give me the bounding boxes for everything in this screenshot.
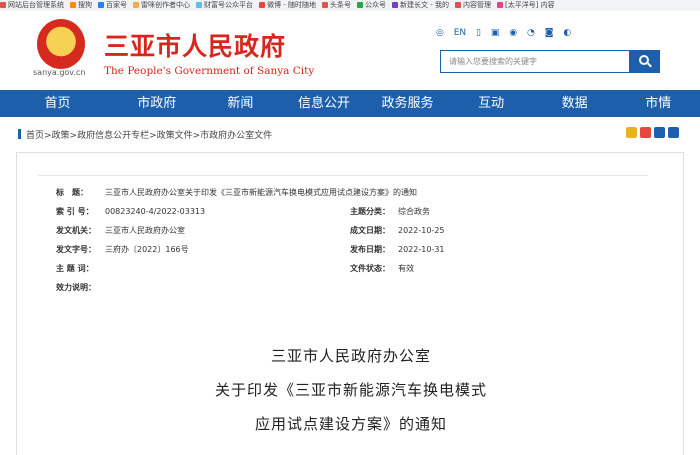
meta-published-label: 发布日期： xyxy=(350,245,390,254)
bookmark-item[interactable]: 百家号 xyxy=(98,0,127,11)
nav-home[interactable]: 首页 xyxy=(0,90,115,117)
app-icon[interactable]: ▣ xyxy=(491,28,500,38)
meta-docno-value: 三府办〔2022〕166号 xyxy=(105,245,189,254)
nav-data[interactable]: 数据 xyxy=(533,90,617,117)
accessibility-icon[interactable]: ◎ xyxy=(436,28,444,38)
nav-city-info[interactable]: 市情 xyxy=(616,90,700,117)
meta-subject-label: 主 题 词： xyxy=(56,264,94,273)
meta-status-value: 有效 xyxy=(398,264,414,273)
site-header: ★ sanya.gov.cn 三亚市人民政府 The People's Gove… xyxy=(0,11,700,90)
meta-published-value: 2022-10-31 xyxy=(398,245,445,254)
breadcrumb-text[interactable]: 首页>政策>政府信息公开专栏>政策文件>市政府办公室文件 xyxy=(26,131,272,141)
english-link[interactable]: EN xyxy=(454,28,466,38)
site-title-en: The People's Government of Sanya City xyxy=(104,65,315,77)
meta-created-value: 2022-10-25 xyxy=(398,226,445,235)
search-button[interactable] xyxy=(629,50,660,73)
bookmark-favicon-icon xyxy=(98,2,104,8)
national-emblem-icon: ★ xyxy=(37,19,85,69)
wechat-icon[interactable]: ◔ xyxy=(527,28,535,38)
meta-category-label: 主题分类： xyxy=(350,207,390,216)
bookmark-item[interactable]: 新建长文 - 我的 xyxy=(391,0,449,11)
content-frame: 标 题： 三亚市人民政府办公室关于印发《三亚市新能源汽车换电模式应用试点建设方案… xyxy=(16,152,684,455)
breadcrumb[interactable]: 首页>政策>政府信息公开专栏>政策文件>市政府办公室文件 xyxy=(18,128,272,141)
bookmark-item[interactable]: [太平洋号] 内容 xyxy=(496,0,555,11)
bookmark-label: 财富号公众平台 xyxy=(204,1,253,9)
bookmark-label: 公众号 xyxy=(364,1,386,9)
bookmark-item[interactable]: 微博 - 随时随地 xyxy=(259,0,316,11)
bookmark-item[interactable]: 财富号公众平台 xyxy=(196,0,253,11)
bookmark-label: [太平洋号] 内容 xyxy=(504,1,555,9)
nav-services[interactable]: 政务服务 xyxy=(366,90,450,117)
nav-interaction[interactable]: 互动 xyxy=(449,90,533,117)
share-qq-icon[interactable] xyxy=(654,127,665,138)
share-buttons xyxy=(626,127,679,138)
bookmarks-bar: 网站后台管理系统 搜狗 百家号 雷咪创作者中心 财富号公众平台 微博 - 随时随地 头条号 公… xyxy=(0,0,700,11)
share-qzone-icon[interactable] xyxy=(626,127,637,138)
bookmark-item[interactable]: 搜狗 xyxy=(70,0,92,11)
bookmark-item[interactable]: 雷咪创作者中心 xyxy=(133,0,190,11)
mobile-icon[interactable]: ▯ xyxy=(476,28,481,38)
bookmark-item[interactable]: 网站后台管理系统 xyxy=(0,0,64,11)
search-input[interactable]: 请输入您要搜索的关键字 xyxy=(440,50,660,73)
bookmark-favicon-icon xyxy=(259,2,265,8)
bookmark-favicon-icon xyxy=(0,2,6,8)
bookmark-favicon-icon xyxy=(496,2,503,8)
nav-government[interactable]: 市政府 xyxy=(115,90,199,117)
bookmark-favicon-icon xyxy=(321,2,328,8)
share-tencent-icon[interactable] xyxy=(668,127,679,138)
bookmark-favicon-icon xyxy=(454,2,461,8)
bookmark-label: 百家号 xyxy=(106,1,127,9)
nav-info-disclosure[interactable]: 信息公开 xyxy=(282,90,366,117)
elder-mode-icon[interactable]: ◐ xyxy=(563,28,571,38)
bookmark-favicon-icon xyxy=(133,2,139,8)
share-weibo-icon[interactable] xyxy=(640,127,651,138)
document-metadata: 标 题： 三亚市人民政府办公室关于印发《三亚市新能源汽车换电模式应用试点建设方案… xyxy=(38,175,648,295)
meta-issuer-label: 发文机关： xyxy=(56,226,96,235)
bookmark-item[interactable]: 内容管理 xyxy=(454,0,491,11)
doc-title-line-1: 三亚市人民政府办公室 xyxy=(270,347,431,365)
meta-docno-label: 发文字号： xyxy=(56,245,96,254)
meta-validity-label: 效力说明： xyxy=(56,283,96,292)
bookmark-item[interactable]: 公众号 xyxy=(356,0,386,11)
bookmark-label: 微博 - 随时随地 xyxy=(267,1,316,9)
nav-news[interactable]: 新闻 xyxy=(199,90,283,117)
meta-index-value: 00823240-4/2022-03313 xyxy=(105,207,206,216)
main-nav: 首页 市政府 新闻 信息公开 政务服务 互动 数据 市情 xyxy=(0,90,700,117)
bookmark-label: 网站后台管理系统 xyxy=(8,1,64,9)
site-title-cn[interactable]: 三亚市人民政府 xyxy=(104,27,286,63)
bookmark-favicon-icon xyxy=(70,2,76,8)
robot-icon[interactable]: ◙ xyxy=(545,28,554,38)
doc-title-line-3: 应用试点建设方案》的通知 xyxy=(254,415,447,433)
bookmark-label: 雷咪创作者中心 xyxy=(141,1,190,9)
bookmark-favicon-icon xyxy=(196,2,202,8)
meta-issuer-value: 三亚市人民政府办公室 xyxy=(105,226,185,235)
header-tools: ◎ EN ▯ ▣ ◉ ◔ ◙ ◐ xyxy=(436,28,578,42)
site-domain: sanya.gov.cn xyxy=(33,68,86,77)
meta-category-value: 综合政务 xyxy=(398,207,430,216)
meta-created-label: 成文日期： xyxy=(350,226,390,235)
meta-title-label: 标 题： xyxy=(56,188,88,197)
meta-index-label: 索 引 号： xyxy=(56,207,94,216)
bookmark-favicon-icon xyxy=(391,2,398,8)
bookmark-item[interactable]: 头条号 xyxy=(321,0,351,11)
meta-title-value: 三亚市人民政府办公室关于印发《三亚市新能源汽车换电模式应用试点建设方案》的通知 xyxy=(105,188,417,197)
doc-title-line-2: 关于印发《三亚市新能源汽车换电模式 xyxy=(214,381,487,399)
bookmark-label: 头条号 xyxy=(329,1,351,9)
meta-status-label: 文件状态： xyxy=(350,264,390,273)
bookmark-label: 搜狗 xyxy=(78,1,92,9)
bookmark-favicon-icon xyxy=(356,2,363,8)
weibo-icon[interactable]: ◉ xyxy=(509,28,517,38)
bookmark-label: 内容管理 xyxy=(462,1,491,9)
bookmark-label: 新建长文 - 我的 xyxy=(399,1,449,9)
